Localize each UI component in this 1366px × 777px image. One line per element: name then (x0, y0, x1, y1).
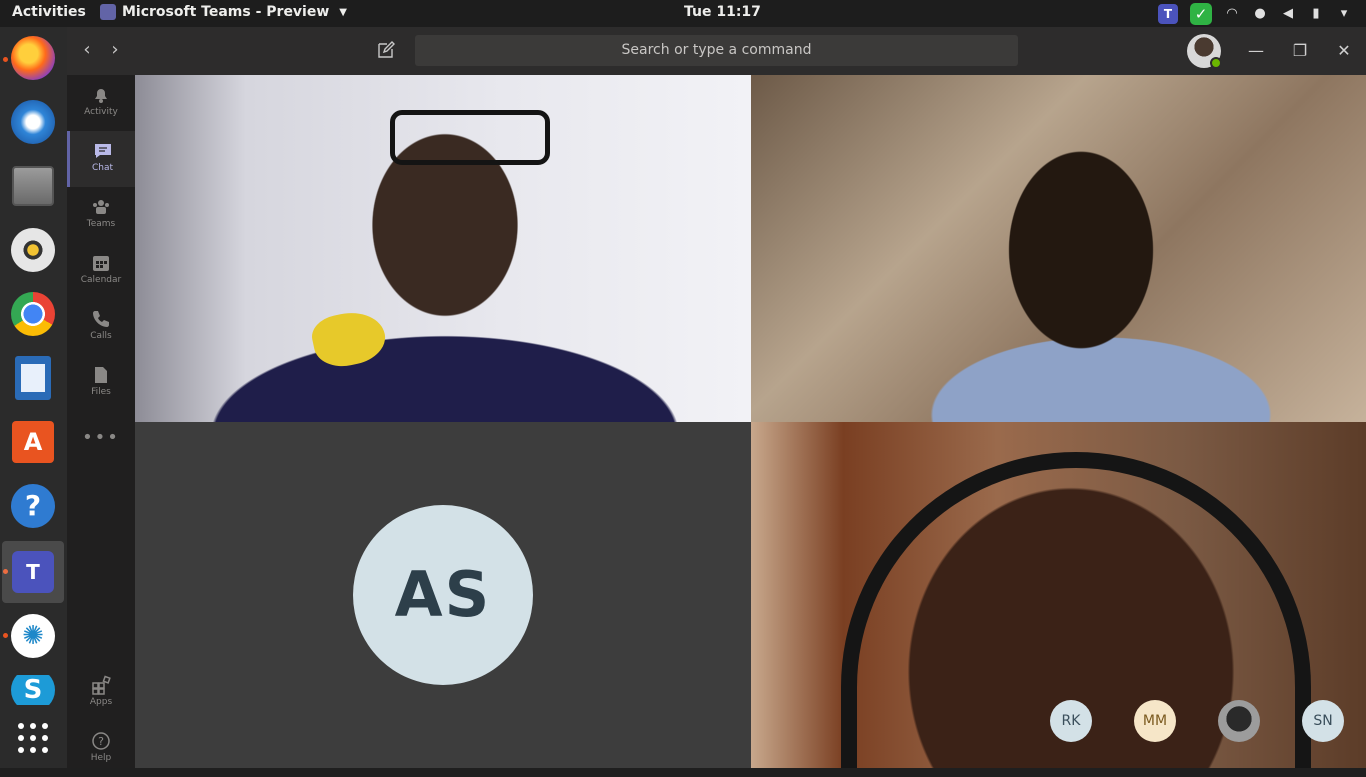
compose-icon[interactable] (377, 41, 395, 59)
dock-skype[interactable]: S (8, 675, 58, 705)
teams-app-bar: Activity Chat Teams Calendar Calls Files… (67, 75, 135, 768)
help-icon: ? (92, 732, 110, 750)
appbar-label: Activity (84, 107, 118, 117)
appbar-files[interactable]: Files (67, 355, 135, 411)
dock-chrome[interactable] (8, 289, 58, 339)
system-tray: T ✓ ◠ ● ◀ ▮ ▾ (1158, 3, 1352, 25)
participant-chip[interactable]: MM (1134, 700, 1176, 742)
show-applications-icon (18, 723, 48, 753)
participant-chip[interactable]: SN (1302, 700, 1344, 742)
activities-button[interactable]: Activities (12, 4, 86, 20)
teams-tray-icon[interactable]: T (1158, 4, 1178, 24)
dock-help[interactable]: ? (8, 481, 58, 531)
dock-teams[interactable]: T (2, 541, 64, 603)
dock-writer[interactable] (8, 353, 58, 403)
appbar-teams[interactable]: Teams (67, 187, 135, 243)
bell-icon (95, 89, 107, 103)
power-menu-icon[interactable]: ▾ (1336, 7, 1352, 21)
forward-arrow-icon[interactable]: › (104, 39, 126, 61)
teams-title-bar: ‹ › — ❐ ✕ (67, 27, 1366, 75)
appbar-chat[interactable]: Chat (67, 131, 135, 187)
appbar-label: Help (90, 753, 112, 763)
volume-icon[interactable]: ◀ (1280, 7, 1296, 21)
participant-avatar-tile[interactable]: AS (135, 422, 751, 768)
wifi-icon[interactable]: ◠ (1224, 7, 1240, 21)
dock-files[interactable] (8, 161, 58, 211)
video-feed-detail (308, 306, 390, 372)
participant-initials-avatar: AS (353, 505, 533, 685)
avatar[interactable] (1187, 34, 1222, 69)
dock-software[interactable]: A (8, 417, 58, 467)
appbar-label: Calls (90, 331, 112, 341)
app-menu[interactable]: Microsoft Teams - Preview ▼ (100, 4, 347, 20)
dock-rhythmbox[interactable] (8, 225, 58, 275)
appbar-apps[interactable]: Apps (67, 665, 135, 721)
calendar-icon (93, 256, 109, 271)
battery-icon[interactable]: ▮ (1308, 7, 1324, 21)
video-feed (390, 110, 550, 165)
call-stage: AS RK MM SN (135, 75, 1366, 768)
dock: A ? T ✺ S (0, 27, 67, 768)
back-arrow-icon[interactable]: ‹ (76, 39, 98, 61)
svg-text:?: ? (98, 735, 104, 748)
minimize-icon[interactable]: — (1244, 39, 1268, 63)
participant-photo-chip[interactable] (1218, 700, 1260, 742)
notification-icon[interactable]: ● (1252, 7, 1268, 21)
show-applications-button[interactable] (8, 713, 58, 763)
chat-icon (94, 144, 111, 158)
maximize-icon[interactable]: ❐ (1288, 39, 1312, 63)
firefox-icon (11, 36, 55, 80)
dock-firefox[interactable] (8, 33, 58, 83)
rhythmbox-icon (11, 228, 55, 272)
appbar-help[interactable]: ? Help (67, 721, 135, 777)
appbar-label: Teams (86, 219, 116, 229)
teams-people-icon (93, 200, 109, 214)
search-input[interactable] (415, 35, 1018, 66)
files-icon (12, 166, 54, 206)
teams-icon: T (12, 551, 54, 593)
clock[interactable]: Tue 11:17 (684, 4, 761, 20)
system-top-bar: Activities Microsoft Teams - Preview ▼ T… (0, 0, 1366, 27)
teams-icon (100, 4, 116, 20)
apps-icon (92, 675, 111, 695)
file-icon (95, 367, 107, 383)
appbar-label: Calendar (80, 275, 122, 285)
software-icon: A (12, 421, 54, 463)
help-icon: ? (11, 484, 55, 528)
more-apps-button[interactable]: ••• (67, 427, 135, 448)
dock-coral[interactable]: ✺ (8, 611, 58, 661)
appbar-label: Chat (91, 163, 114, 173)
appbar-label: Apps (89, 697, 113, 707)
appbar-label: Files (91, 387, 111, 397)
writer-icon (15, 356, 51, 400)
appbar-calendar[interactable]: Calendar (67, 243, 135, 299)
appbar-activity[interactable]: Activity (67, 75, 135, 131)
participant-video-tile[interactable] (751, 75, 1366, 422)
participant-video-tile[interactable] (135, 75, 751, 422)
app-menu-label: Microsoft Teams - Preview (122, 4, 330, 20)
coral-icon: ✺ (11, 614, 55, 658)
participant-chip[interactable]: RK (1050, 700, 1092, 742)
check-icon[interactable]: ✓ (1190, 3, 1212, 25)
presence-available-icon (1210, 57, 1222, 69)
chevron-down-icon: ▼ (339, 6, 347, 18)
dock-thunderbird[interactable] (8, 97, 58, 147)
phone-icon (93, 311, 109, 327)
chrome-icon (11, 292, 55, 336)
appbar-calls[interactable]: Calls (67, 299, 135, 355)
overflow-participants: RK MM SN (1050, 700, 1344, 742)
thunderbird-icon (11, 100, 55, 144)
close-icon[interactable]: ✕ (1332, 39, 1356, 63)
skype-icon: S (11, 675, 55, 705)
